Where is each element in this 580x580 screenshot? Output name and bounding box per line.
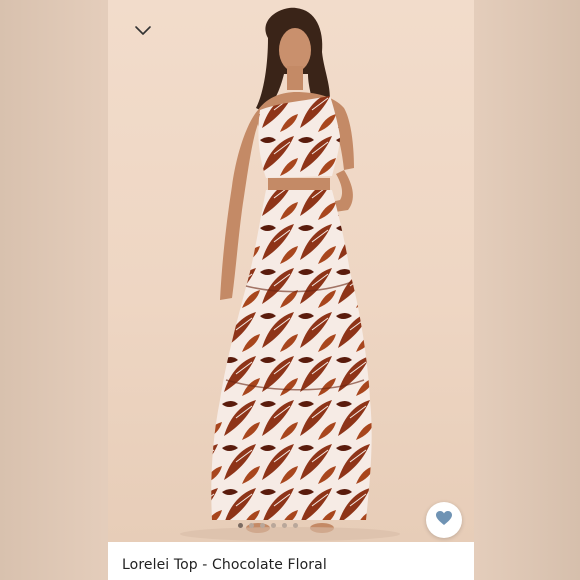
favorite-button[interactable] — [426, 502, 462, 538]
carousel-dot[interactable] — [282, 522, 287, 528]
carousel-dot[interactable] — [238, 522, 243, 528]
product-title[interactable]: Lorelei Top - Chocolate Floral — [122, 557, 327, 573]
model-illustration — [180, 7, 400, 541]
product-photo[interactable] — [108, 0, 474, 542]
carousel-dot[interactable] — [293, 522, 298, 528]
carousel-dot[interactable] — [249, 522, 254, 528]
product-caption: Lorelei Top - Chocolate Floral — [108, 542, 474, 580]
carousel-dot[interactable] — [271, 522, 276, 528]
heart-icon — [435, 510, 453, 531]
carousel-indicator[interactable] — [238, 521, 298, 529]
carousel-dot[interactable] — [260, 522, 265, 528]
product-image-viewer: Lorelei Top - Chocolate Floral — [108, 0, 474, 580]
chevron-down-icon[interactable] — [134, 22, 152, 40]
